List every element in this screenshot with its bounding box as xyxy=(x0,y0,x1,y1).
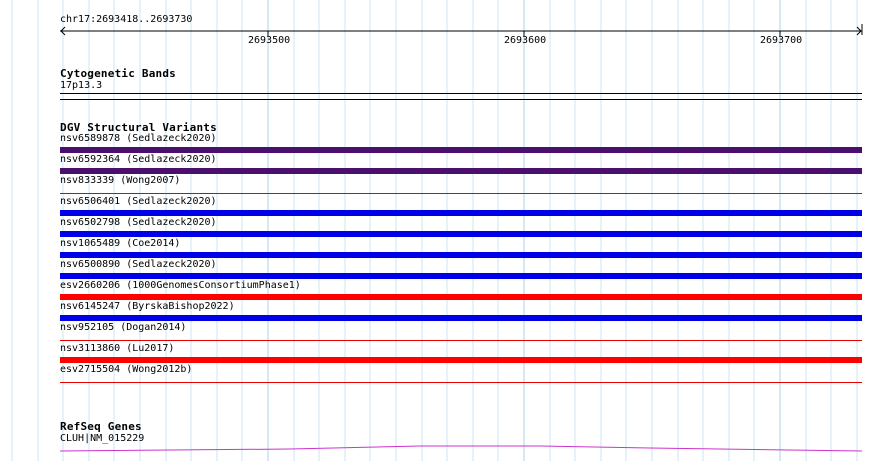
ruler-tick-label: 2693500 xyxy=(248,35,291,46)
variant-bar[interactable] xyxy=(60,252,862,258)
ruler-tick-label: 2693600 xyxy=(504,35,547,46)
variant-bar[interactable] xyxy=(60,357,862,363)
track-title-cytogenetic-bands[interactable]: Cytogenetic Bands xyxy=(60,67,176,80)
variant-label[interactable]: nsv6502798 (Sedlazeck2020) xyxy=(60,217,217,228)
variant-bar[interactable] xyxy=(60,210,862,216)
variant-label[interactable]: nsv6589878 (Sedlazeck2020) xyxy=(60,133,217,144)
variant-label[interactable]: nsv952105 (Dogan2014) xyxy=(60,322,186,333)
variant-bar[interactable] xyxy=(60,147,862,153)
variant-label[interactable]: nsv6592364 (Sedlazeck2020) xyxy=(60,154,217,165)
variant-label[interactable]: nsv3113860 (Lu2017) xyxy=(60,343,174,354)
cytoband-outline-bottom[interactable] xyxy=(60,99,862,100)
variant-bar[interactable] xyxy=(60,231,862,237)
cytoband-outline-top xyxy=(60,93,862,94)
variant-bar[interactable] xyxy=(60,294,862,300)
variant-label[interactable]: nsv1065489 (Coe2014) xyxy=(60,238,180,249)
variant-label[interactable]: nsv6145247 (ByrskaBishop2022) xyxy=(60,301,235,312)
gene-intron-line[interactable] xyxy=(0,440,890,454)
variant-bar[interactable] xyxy=(60,168,862,174)
variant-label[interactable]: nsv6500890 (Sedlazeck2020) xyxy=(60,259,217,270)
ruler-tick-label: 2693700 xyxy=(760,35,803,46)
variant-bar[interactable] xyxy=(60,273,862,279)
genome-browser-panel: chr17:2693418..2693730 2693500 2693600 2… xyxy=(0,0,890,461)
variant-bar[interactable] xyxy=(60,340,862,341)
ruler-axis xyxy=(60,24,863,36)
variant-bar[interactable] xyxy=(60,382,862,383)
variant-bar[interactable] xyxy=(60,193,862,194)
cytoband-label: 17p13.3 xyxy=(60,80,103,91)
variant-label[interactable]: esv2715504 (Wong2012b) xyxy=(60,364,192,375)
variant-label[interactable]: nsv833339 (Wong2007) xyxy=(60,175,180,186)
track-title-refseq-genes[interactable]: RefSeq Genes xyxy=(60,420,142,433)
variant-label[interactable]: nsv6506401 (Sedlazeck2020) xyxy=(60,196,217,207)
variant-label[interactable]: esv2660206 (1000GenomesConsortiumPhase1) xyxy=(60,280,301,291)
variant-bar[interactable] xyxy=(60,315,862,321)
